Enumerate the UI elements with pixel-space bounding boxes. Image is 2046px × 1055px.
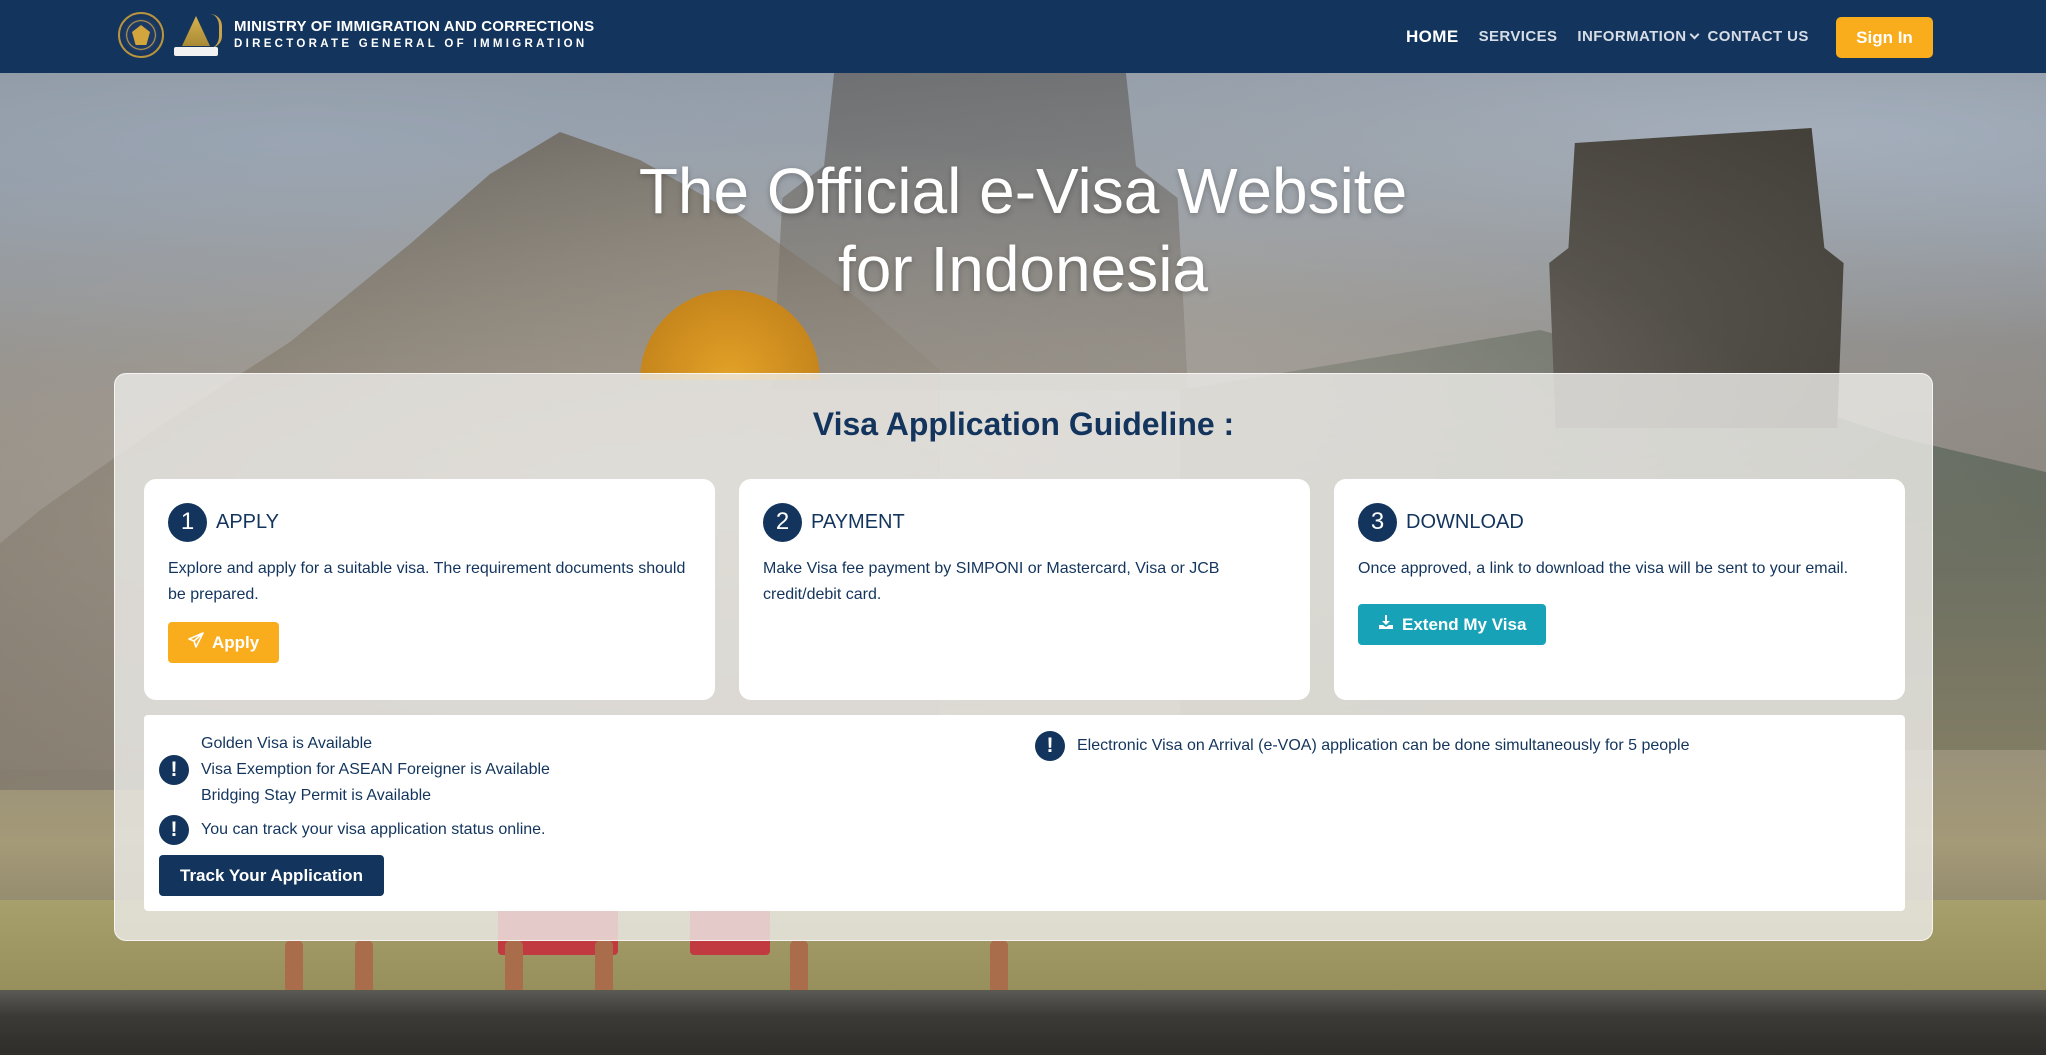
step-card-apply: 1 APPLY Explore and apply for a suitable…	[144, 479, 715, 700]
availability-notice: ! Golden Visa is Available Visa Exemptio…	[159, 731, 550, 809]
download-icon	[1378, 614, 1394, 635]
nav-home[interactable]: HOME	[1406, 27, 1459, 47]
chevron-down-icon	[1689, 29, 1699, 40]
step-card-payment: 2 PAYMENT Make Visa fee payment by SIMPO…	[739, 479, 1310, 700]
step-description: Once approved, a link to download the vi…	[1358, 560, 1849, 577]
nav-contact-us[interactable]: CONTACT US	[1708, 28, 1809, 45]
logo-banner	[174, 47, 218, 56]
hero-title-line1: The Official e-Visa Website	[638, 155, 1408, 227]
wreath-icon	[210, 14, 222, 48]
nav-information[interactable]: INFORMATION	[1577, 28, 1699, 45]
availability-item: Visa Exemption for ASEAN Foreigner is Av…	[201, 761, 550, 778]
step-description: Explore and apply for a suitable visa. T…	[168, 560, 686, 603]
step-title: DOWNLOAD	[1406, 510, 1524, 533]
step-card-download: 3 DOWNLOAD Once approved, a link to down…	[1334, 479, 1905, 700]
brand-subtitle: DIRECTORATE GENERAL OF IMMIGRATION	[234, 38, 588, 50]
garuda-icon	[132, 25, 150, 45]
nav-information-label: INFORMATION	[1577, 28, 1687, 45]
availability-item: Bridging Stay Permit is Available	[201, 787, 432, 804]
exclamation-icon: !	[1035, 731, 1065, 761]
exclamation-icon: !	[159, 815, 189, 845]
guideline-title: Visa Application Guideline :	[812, 406, 1235, 442]
brand-text: MINISTRY OF IMMIGRATION AND CORRECTIONS …	[234, 17, 594, 53]
evoa-note: Electronic Visa on Arrival (e-VOA) appli…	[1077, 737, 1690, 754]
step-number-badge: 3	[1358, 502, 1397, 542]
step-number-badge: 1	[168, 502, 207, 542]
visa-guideline-panel: Visa Application Guideline : 1 APPLY Exp…	[114, 373, 1933, 941]
apply-button[interactable]: Apply	[168, 622, 280, 663]
hero-title: The Official e-Visa Website for Indonesi…	[0, 152, 2046, 308]
extend-my-visa-button[interactable]: Extend My Visa	[1358, 604, 1547, 645]
extend-my-visa-label: Extend My Visa	[1402, 614, 1527, 634]
availability-list: Golden Visa is Available Visa Exemption …	[201, 731, 550, 809]
evoa-notice: ! Electronic Visa on Arrival (e-VOA) app…	[1035, 731, 1689, 761]
hero-title-line2: for Indonesia	[837, 233, 1209, 305]
ministry-emblem-logo	[118, 12, 164, 58]
paper-plane-icon	[188, 632, 204, 653]
track-application-button[interactable]: Track Your Application	[159, 855, 384, 896]
exclamation-icon: !	[159, 755, 189, 785]
step-header: 3 DOWNLOAD	[1358, 502, 1881, 542]
stone-wall	[0, 990, 2046, 1055]
immigration-logo	[170, 10, 222, 60]
pyramid-icon	[182, 16, 210, 46]
step-title: PAYMENT	[811, 510, 905, 533]
nav-services[interactable]: SERVICES	[1479, 28, 1558, 45]
tracking-notice: ! You can track your visa application st…	[159, 815, 546, 845]
step-header: 2 PAYMENT	[763, 502, 1286, 542]
step-header: 1 APPLY	[168, 502, 691, 542]
tracking-note: You can track your visa application stat…	[201, 821, 546, 838]
step-description: Make Visa fee payment by SIMPONI or Mast…	[763, 560, 1220, 603]
availability-item: Golden Visa is Available	[201, 735, 373, 752]
info-notices: ! Golden Visa is Available Visa Exemptio…	[144, 715, 1905, 911]
apply-button-label: Apply	[212, 632, 260, 652]
brand[interactable]: MINISTRY OF IMMIGRATION AND CORRECTIONS …	[118, 10, 594, 60]
top-navbar: MINISTRY OF IMMIGRATION AND CORRECTIONS …	[0, 0, 2046, 73]
step-title: APPLY	[216, 510, 279, 533]
sign-in-button[interactable]: Sign In	[1836, 17, 1933, 58]
main-nav: HOME SERVICES INFORMATION CONTACT US	[1406, 0, 1829, 73]
brand-title: MINISTRY OF IMMIGRATION AND CORRECTIONS	[234, 18, 595, 35]
step-number-badge: 2	[763, 502, 802, 542]
